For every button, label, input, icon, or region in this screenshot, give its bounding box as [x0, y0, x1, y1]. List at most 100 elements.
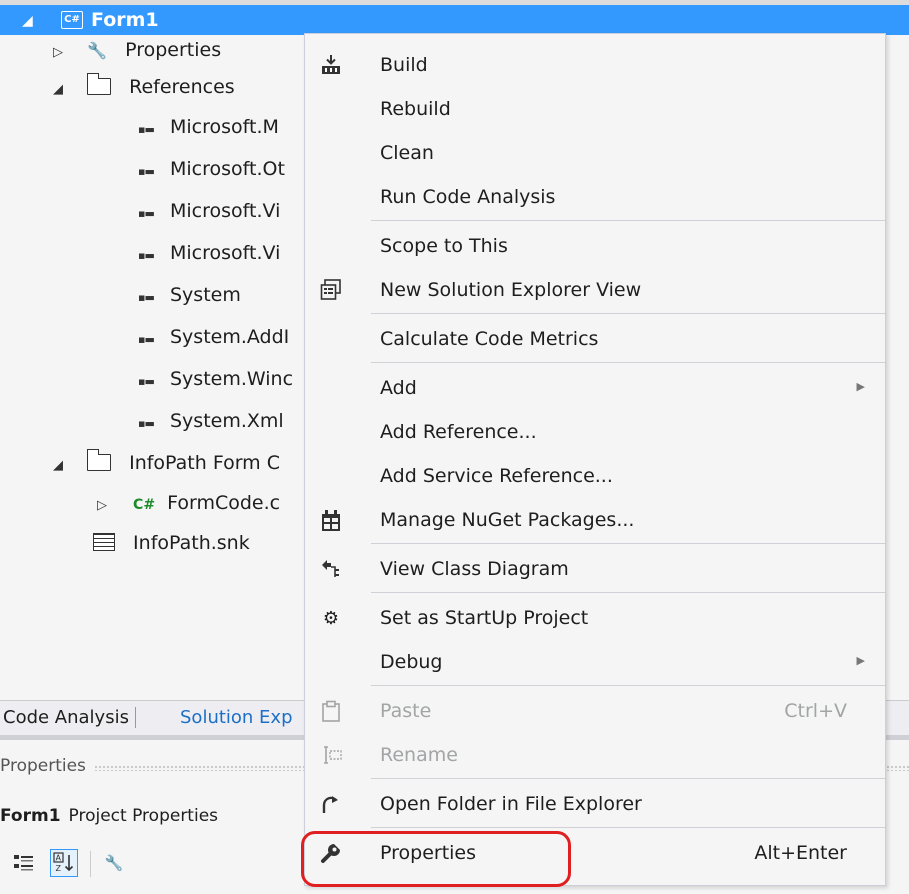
menu-separator — [371, 543, 885, 544]
menu-item-label: View Class Diagram — [380, 558, 569, 580]
tree-node-reference[interactable]: ▪▬ Microsoft.Ot — [138, 154, 285, 184]
properties-panel-title: Properties — [0, 756, 86, 776]
properties-object-header: Form1 Project Properties — [0, 806, 218, 826]
property-pages-icon[interactable]: 🔧 — [100, 849, 128, 877]
new-view-icon — [319, 278, 343, 302]
tree-node-reference[interactable]: ▪▬ Microsoft.Vi — [138, 196, 280, 226]
reference-icon: ▪▬ — [138, 291, 155, 304]
menu-item-rebuild[interactable]: Rebuild — [305, 86, 885, 130]
menu-separator — [371, 778, 885, 779]
menu-item-calculate-code-metrics[interactable]: Calculate Code Metrics — [305, 316, 885, 360]
reference-icon: ▪▬ — [138, 165, 155, 178]
tree-node-reference[interactable]: ▪▬ System.AddI — [138, 322, 289, 352]
menu-item-add-reference[interactable]: Add Reference... — [305, 409, 885, 453]
tree-node-label: InfoPath.snk — [133, 532, 250, 554]
open-folder-icon — [319, 792, 343, 816]
tab-code-analysis[interactable]: Code Analysis — [3, 707, 136, 728]
gear-icon: ⚙ — [322, 607, 340, 629]
menu-item-label: Add — [380, 377, 417, 399]
tab-solution-explorer[interactable]: Solution Exp — [180, 707, 293, 728]
tree-node-label: System.Xml — [170, 410, 284, 432]
tree-node-label: Microsoft.Ot — [170, 158, 285, 180]
menu-separator — [371, 827, 885, 828]
menu-item-label: Build — [380, 54, 428, 76]
submenu-arrow-icon: ▶ — [856, 380, 865, 393]
menu-separator — [371, 592, 885, 593]
menu-item-label: Run Code Analysis — [380, 186, 556, 208]
tree-node-label: System — [170, 284, 241, 306]
categorized-icon[interactable] — [10, 849, 38, 877]
tree-node-infopath-folder[interactable]: ◢ InfoPath Form C — [53, 448, 280, 478]
folder-icon — [86, 73, 112, 95]
menu-separator — [371, 220, 885, 221]
menu-item-label: New Solution Explorer View — [380, 279, 642, 301]
alphabetical-sort-icon[interactable]: AZ — [50, 849, 78, 877]
menu-item-set-as-startup-project[interactable]: ⚙ Set as StartUp Project — [305, 595, 885, 639]
svg-text:Z: Z — [56, 864, 62, 873]
expand-arrow-icon[interactable]: ▷ — [97, 491, 117, 521]
menu-item-label: Manage NuGet Packages... — [380, 509, 635, 531]
menu-item-shortcut: Alt+Enter — [754, 842, 847, 864]
menu-item-view-class-diagram[interactable]: View Class Diagram — [305, 546, 885, 590]
collapse-arrow-icon[interactable]: ◢ — [53, 75, 73, 105]
wrench-icon — [319, 841, 343, 865]
menu-item-label: Rename — [380, 744, 458, 766]
tree-node-label: Form1 — [91, 9, 159, 31]
tree-node-label: Microsoft.M — [170, 116, 279, 138]
menu-item-label: Scope to This — [380, 235, 508, 257]
menu-item-debug[interactable]: Debug ▶ — [305, 639, 885, 683]
collapse-arrow-icon[interactable]: ◢ — [22, 13, 33, 29]
submenu-arrow-icon: ▶ — [856, 654, 865, 667]
reference-icon: ▪▬ — [138, 123, 155, 136]
menu-item-properties[interactable]: Properties Alt+Enter — [305, 830, 885, 874]
wrench-icon: 🔧 — [87, 41, 107, 60]
menu-separator — [371, 313, 885, 314]
expand-arrow-icon[interactable]: ▷ — [53, 38, 73, 68]
menu-item-manage-nuget-packages[interactable]: Manage NuGet Packages... — [305, 497, 885, 541]
toolbar-separator — [90, 851, 91, 877]
rename-icon — [319, 743, 343, 767]
csharp-file-icon: C# — [133, 497, 156, 513]
collapse-arrow-icon[interactable]: ◢ — [53, 451, 73, 481]
tree-node-references[interactable]: ◢ References — [53, 72, 235, 102]
menu-item-shortcut: Ctrl+V — [784, 700, 847, 722]
menu-item-label: Calculate Code Metrics — [380, 328, 599, 350]
folder-icon — [86, 449, 112, 471]
menu-item-rename[interactable]: Rename — [305, 732, 885, 776]
object-name: Form1 — [0, 806, 61, 826]
tree-node-reference[interactable]: ▪▬ System.Xml — [138, 406, 284, 436]
menu-item-clean[interactable]: Clean — [305, 130, 885, 174]
svg-text:A: A — [56, 854, 62, 863]
menu-item-new-solution-explorer-view[interactable]: New Solution Explorer View — [305, 267, 885, 311]
tree-node-label: Properties — [125, 39, 222, 61]
reference-icon: ▪▬ — [138, 207, 155, 220]
paste-icon — [319, 699, 343, 723]
tree-node-infopath-snk[interactable]: InfoPath.snk — [93, 528, 250, 558]
tree-node-properties[interactable]: ▷ 🔧 Properties — [53, 35, 221, 65]
build-icon — [319, 53, 343, 77]
menu-item-build[interactable]: Build — [305, 42, 885, 86]
reference-icon: ▪▬ — [138, 333, 155, 346]
nuget-icon — [319, 508, 343, 532]
object-type: Project Properties — [68, 806, 219, 826]
menu-item-paste[interactable]: Paste Ctrl+V — [305, 688, 885, 732]
class-diagram-icon — [319, 557, 343, 581]
menu-item-scope-to-this[interactable]: Scope to This — [305, 223, 885, 267]
tree-node-reference[interactable]: ▪▬ Microsoft.Vi — [138, 238, 280, 268]
menu-item-label: Add Service Reference... — [380, 465, 613, 487]
menu-item-label: Properties — [380, 842, 477, 864]
csharp-project-icon: C# — [61, 11, 83, 29]
reference-icon: ▪▬ — [138, 417, 155, 430]
tree-node-reference[interactable]: ▪▬ System — [138, 280, 241, 310]
tree-node-formcode[interactable]: ▷ C# FormCode.c — [97, 488, 280, 518]
tree-node-form1[interactable]: ◢ C# Form1 — [0, 5, 909, 35]
menu-item-add-service-reference[interactable]: Add Service Reference... — [305, 453, 885, 497]
menu-item-add[interactable]: Add ▶ — [305, 365, 885, 409]
menu-item-open-folder-in-file-explorer[interactable]: Open Folder in File Explorer — [305, 781, 885, 825]
menu-separator — [371, 685, 885, 686]
menu-item-run-code-analysis[interactable]: Run Code Analysis — [305, 174, 885, 218]
tree-node-label: System.AddI — [170, 326, 290, 348]
tree-node-label: FormCode.c — [167, 492, 281, 514]
tree-node-reference[interactable]: ▪▬ System.Winc — [138, 364, 293, 394]
tree-node-reference[interactable]: ▪▬ Microsoft.M — [138, 112, 279, 142]
